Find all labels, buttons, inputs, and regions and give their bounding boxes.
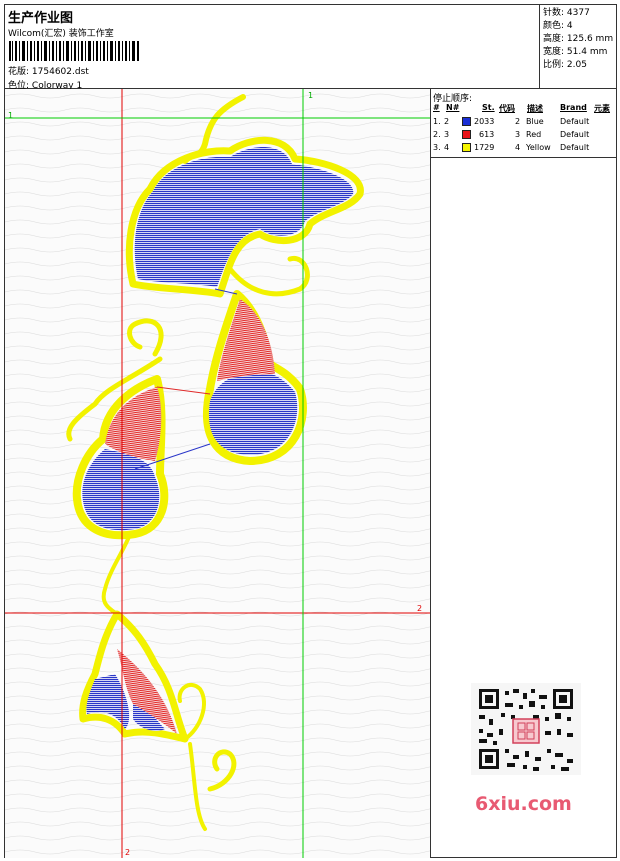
- barcode-icon: [9, 41, 139, 61]
- stop-row: 1. 2 2033 2 Blue Default: [433, 117, 590, 126]
- col-desc: 描述: [527, 104, 543, 113]
- col-element: 元素: [594, 104, 610, 113]
- guide-label-h1: 1: [8, 111, 14, 120]
- design-label: 花版:: [8, 67, 30, 77]
- col-index: #: [433, 103, 440, 112]
- sheet-header: 生产作业图 Wilcom(汇宏) 装饰工作室 花版: 1754602.dst 色…: [5, 5, 616, 91]
- sheet-title: 生产作业图: [8, 11, 74, 26]
- stop-row: 2. 3 613 3 Red Default: [433, 130, 590, 139]
- col-st: St.: [482, 103, 495, 112]
- color-swatch-yellow: [462, 143, 471, 152]
- col-n: N#: [446, 103, 460, 112]
- color-swatch-red: [462, 130, 471, 139]
- stat-height: 高度: 125.6 mm: [543, 34, 614, 44]
- guide-label-h2: 2: [417, 604, 423, 613]
- site-watermark: 6xiu.com: [475, 793, 572, 815]
- stop-table-header: # N# St. 代码 描述 Brand 元素: [431, 103, 616, 116]
- guide-label-v2: 2: [125, 848, 131, 857]
- stop-sequence-panel: 停止顺序: # N# St. 代码 描述 Brand 元素 1. 2 2033 …: [431, 89, 616, 858]
- company-name: Wilcom(汇宏) 装饰工作室: [8, 29, 114, 39]
- qr-code-icon: [471, 683, 581, 775]
- col-code: 代码: [499, 104, 515, 113]
- stat-colors: 颜色: 4: [543, 21, 573, 31]
- color-swatch-blue: [462, 117, 471, 126]
- stop-row: 3. 4 1729 4 Yellow Default: [433, 143, 590, 152]
- panel-divider: [431, 157, 616, 158]
- production-sheet: 生产作业图 Wilcom(汇宏) 装饰工作室 花版: 1754602.dst 色…: [4, 4, 617, 858]
- design-canvas[interactable]: 1 1 2 2: [5, 89, 431, 858]
- embroidery-preview: [5, 89, 430, 858]
- stats-box: 针数: 4377 颜色: 4 高度: 125.6 mm 宽度: 51.4 mm …: [539, 5, 616, 89]
- design-value: 1754602.dst: [31, 67, 89, 77]
- stat-stitches: 针数: 4377: [543, 8, 590, 18]
- stat-scale: 比例: 2.05: [543, 60, 587, 70]
- guide-label-v1: 1: [308, 91, 314, 100]
- design-file: 花版: 1754602.dst: [8, 64, 89, 77]
- stat-width: 宽度: 51.4 mm: [543, 47, 608, 57]
- col-brand: Brand: [560, 103, 587, 112]
